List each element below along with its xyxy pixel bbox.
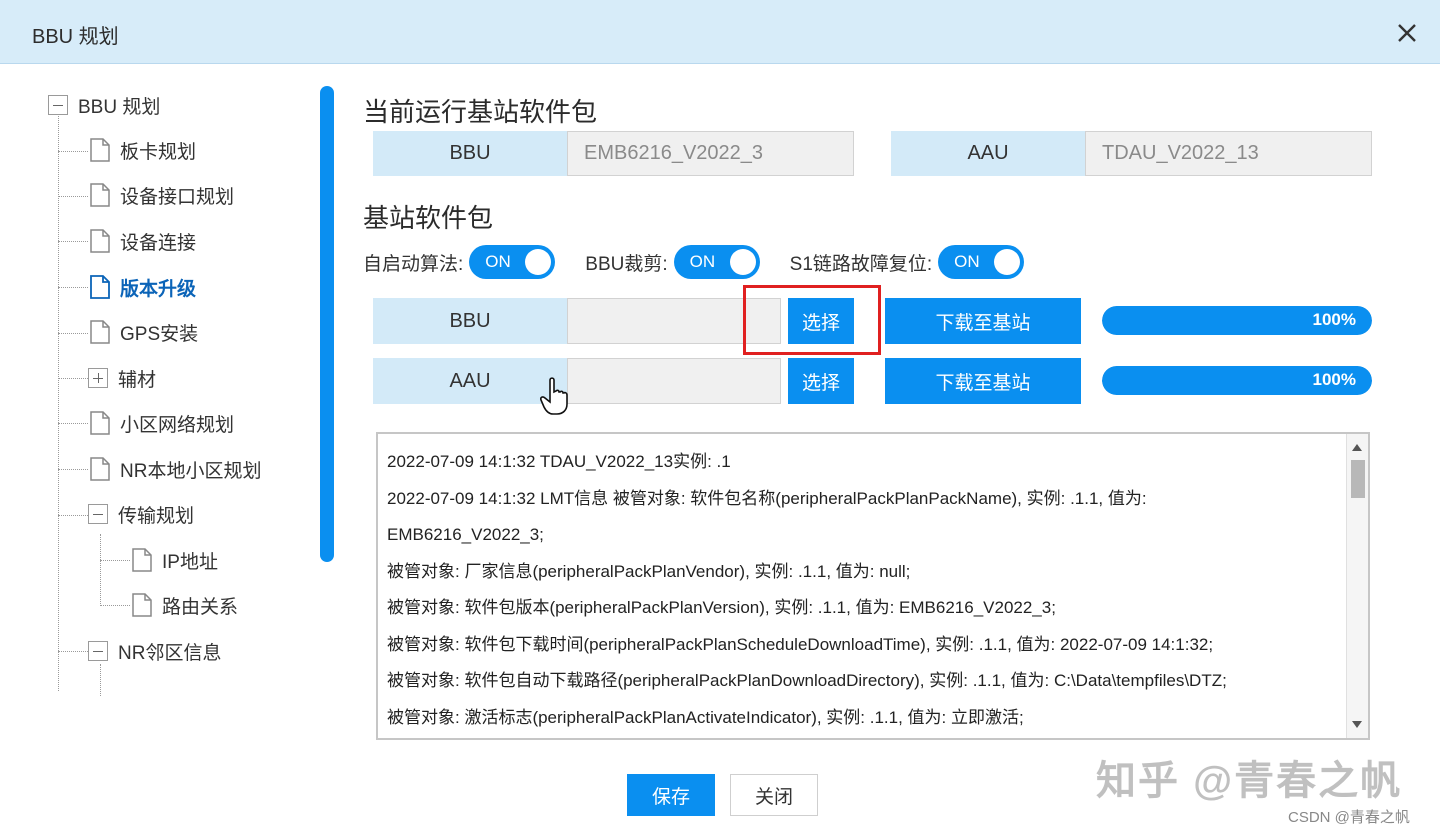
s1-reset-toggle[interactable]: ON [938,245,1025,279]
aau-download-button[interactable]: 下载至基站 [885,358,1081,404]
document-icon [90,457,110,481]
document-icon [90,183,110,207]
tree-item-label: 路由关系 [162,596,239,618]
scroll-down-icon[interactable] [1352,721,1362,728]
zhihu-watermark: 知乎 @青春之帆 [1096,759,1403,803]
tree-item-bbu-plan[interactable]: BBU 规划 [48,87,160,123]
aau-file-input[interactable] [567,358,781,404]
aau-upload-label: AAU [373,358,567,404]
save-button[interactable]: 保存 [627,774,715,816]
station-pkg-heading: 基站软件包 [363,203,494,233]
close-button[interactable]: 关闭 [730,774,818,816]
tree-item-device-connect[interactable]: 设备连接 [90,223,196,259]
bbu-progress-text: 100% [1312,310,1356,329]
tree-item-auxiliary[interactable]: 辅材 [88,360,156,396]
document-icon [132,593,152,617]
tree-item-label: 设备连接 [120,232,197,254]
sidebar-scrollbar[interactable] [320,86,334,562]
tree-item-board-plan[interactable]: 板卡规划 [90,132,196,168]
tree-item-label: 小区网络规划 [120,414,235,436]
current-bbu-label: BBU [373,131,567,176]
current-aau-value: TDAU_V2022_13 [1085,131,1372,176]
document-icon [90,275,110,299]
plus-box-icon[interactable] [88,368,108,388]
toggle-label-auto-start: 自启动算法: [363,253,464,275]
document-icon [90,138,110,162]
bbu-upload-label: BBU [373,298,567,344]
bbu-download-button[interactable]: 下载至基站 [885,298,1081,344]
tree-item-route[interactable]: 路由关系 [132,587,238,623]
tree-item-label: BBU 规划 [78,96,161,118]
tree-item-label: IP地址 [162,551,218,573]
dialog-title: BBU 规划 [32,26,119,48]
current-bbu-value: EMB6216_V2022_3 [567,131,854,176]
tree-item-label: 设备接口规划 [120,186,235,208]
toggle-label-bbu-trim: BBU裁剪: [585,253,668,275]
tree-item-version-upgrade[interactable]: 版本升级 [90,269,196,305]
log-line: EMB6216_V2022_3; [387,525,544,544]
current-aau-label: AAU [891,131,1085,176]
tree-item-cell-network-plan[interactable]: 小区网络规划 [90,405,234,441]
highlight-box [743,285,881,355]
log-textarea[interactable]: 2022-07-09 14:1:32 TDAU_V2022_13实例: .1 2… [376,432,1370,740]
log-line: 2022-07-09 14:1:32 TDAU_V2022_13实例: .1 [387,452,731,471]
tree-item-ip-address[interactable]: IP地址 [132,542,218,578]
current-aau-field: AAU TDAU_V2022_13 [891,131,1372,176]
current-bbu-field: BBU EMB6216_V2022_3 [373,131,854,176]
tree-item-nr-local-cell[interactable]: NR本地小区规划 [90,451,261,487]
tree-item-label: GPS安装 [120,323,199,345]
log-line: 2022-07-09 14:1:32 LMT信息 被管对象: 软件包名称(per… [387,488,1147,508]
tree-item-nr-neighbor[interactable]: NR邻区信息 [88,633,221,669]
tree-item-transport-plan[interactable]: 传输规划 [88,496,194,532]
document-icon [90,320,110,344]
log-line: 被管对象: 软件包版本(peripheralPackPlanVersion), … [387,598,1056,617]
aau-progress-bar: 100% [1102,366,1372,395]
log-scrollbar[interactable] [1346,434,1368,738]
scroll-thumb[interactable] [1351,460,1365,498]
log-line: 被管对象: 厂家信息(peripheralPackPlanVendor), 实例… [387,561,911,581]
tree-item-label: NR本地小区规划 [120,460,262,482]
hand-cursor-icon [540,377,568,415]
document-icon [90,229,110,253]
tree-item-label: NR邻区信息 [118,642,222,664]
auto-start-toggle[interactable]: ON [469,245,556,279]
tree-item-label: 板卡规划 [120,141,197,163]
csdn-watermark: CSDN @青春之帆 [1288,809,1410,826]
current-pkg-heading: 当前运行基站软件包 [363,97,598,127]
aau-progress-text: 100% [1312,370,1356,389]
dialog-titlebar: BBU 规划 [0,0,1440,64]
log-lines: 2022-07-09 14:1:32 TDAU_V2022_13实例: .1 2… [387,444,1347,736]
tree-item-interface-plan[interactable]: 设备接口规划 [90,177,234,213]
tree-item-label: 辅材 [118,369,157,391]
tree-item-label: 传输规划 [118,505,195,527]
bbu-progress-bar: 100% [1102,306,1372,335]
document-icon [132,548,152,572]
bbu-trim-toggle[interactable]: ON [673,245,760,279]
close-icon[interactable] [1392,16,1422,48]
log-line: 被管对象: 激活标志(peripheralPackPlanActivateInd… [387,707,1024,727]
tree-item-gps-install[interactable]: GPS安装 [90,314,198,350]
minus-box-icon[interactable] [48,95,68,115]
scroll-up-icon[interactable] [1352,444,1362,451]
minus-box-icon[interactable] [88,504,108,524]
log-line: 被管对象: 软件包下载时间(peripheralPackPlanSchedule… [387,634,1214,654]
log-line: 被管对象: 软件包自动下载路径(peripheralPackPlanDownlo… [387,671,1227,690]
tree-item-label: 版本升级 [120,278,197,300]
toggle-group: 自启动算法: ON BBU裁剪: ON S1链路故障复位: ON [363,244,1054,280]
aau-select-button[interactable]: 选择 [788,358,854,404]
toggle-label-s1-reset: S1链路故障复位: [789,253,933,275]
document-icon [90,411,110,435]
minus-box-icon[interactable] [88,641,108,661]
